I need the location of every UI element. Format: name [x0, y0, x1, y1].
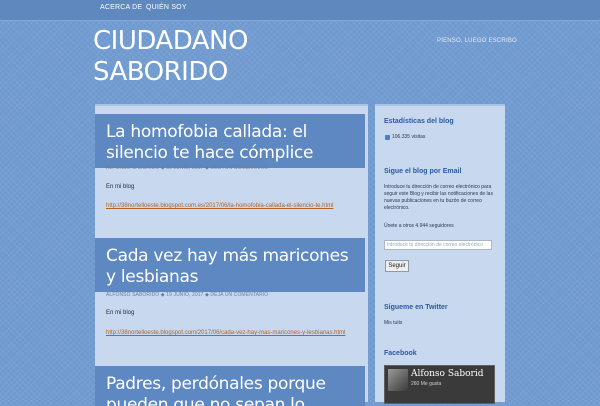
post-date[interactable]: 30 JUNIO, 2017	[166, 165, 203, 171]
post-link[interactable]: http://38nortelloeste.blogspot.com.es/20…	[106, 203, 333, 209]
nav-link-acerca-de[interactable]: ACERCA DE	[100, 4, 142, 11]
post-excerpt: En mi blog	[106, 310, 135, 316]
email-description: Introduce tu dirección de correo electró…	[384, 184, 493, 211]
post-comment-link[interactable]: DEJA UN COMENTARIO	[210, 292, 268, 298]
widget-title-email: Sigue el blog por Email	[384, 168, 462, 175]
site-title[interactable]: CIUDADANO SABORIDO	[93, 26, 293, 88]
twitter-link[interactable]: Mis tuits	[384, 320, 496, 327]
follow-button[interactable]: Seguir	[385, 260, 409, 272]
site-tagline: PIENSO, LUEGO ESCRIBO	[437, 38, 517, 44]
facebook-likes: 260 Me gusta	[411, 381, 442, 387]
post-date[interactable]: 19 JUNIO, 2017	[166, 292, 203, 298]
nav-link-quien-soy[interactable]: QUIÉN SOY	[146, 4, 187, 11]
post-title[interactable]: La homofobia callada: el silencio te hac…	[95, 114, 365, 168]
post-comment-link[interactable]: DEJA UN COMENTARIO	[210, 165, 268, 171]
post-excerpt: En mi blog	[106, 184, 135, 190]
stats-visits: 106.335 visitas	[392, 134, 426, 140]
facebook-avatar[interactable]	[388, 369, 408, 391]
email-input[interactable]: Introduce tu dirección de correo electró…	[384, 240, 492, 250]
post-author[interactable]: ALFONSO SABORIDO	[106, 165, 159, 171]
top-navigation: ACERCA DE QUIÉN SOY	[0, 0, 600, 21]
widget-title-stats: Estadísticas del blog	[384, 118, 454, 125]
stats-bar-icon	[385, 135, 390, 140]
sidebar: Estadísticas del blog 106.335 visitas Si…	[375, 104, 505, 404]
post-link[interactable]: http://38nortelloeste.blogspot.com/2017/…	[106, 330, 345, 336]
post-meta: ALFONSO SABORIDO ◆ 19 JUNIO, 2017 ◆ DEJA…	[106, 292, 268, 298]
post-author[interactable]: ALFONSO SABORIDO	[106, 292, 159, 298]
followers-count: Únete a otros 4.944 seguidores	[384, 223, 454, 229]
main-content: La homofobia callada: el silencio te hac…	[95, 104, 368, 406]
post-meta: ALFONSO SABORIDO ◆ 30 JUNIO, 2017 ◆ DEJA…	[106, 165, 268, 171]
post-title[interactable]: Padres, perdónales porque pueden que no …	[95, 366, 365, 406]
widget-title-twitter: Sígueme en Twitter	[384, 304, 448, 311]
post-title[interactable]: Cada vez hay más maricones y lesbianas	[95, 238, 365, 292]
facebook-page-name[interactable]: Alfonso Saborid	[411, 369, 483, 379]
facebook-page-box[interactable]: Alfonso Saborid 260 Me gusta	[384, 365, 495, 404]
widget-title-facebook: Facebook	[384, 350, 417, 357]
